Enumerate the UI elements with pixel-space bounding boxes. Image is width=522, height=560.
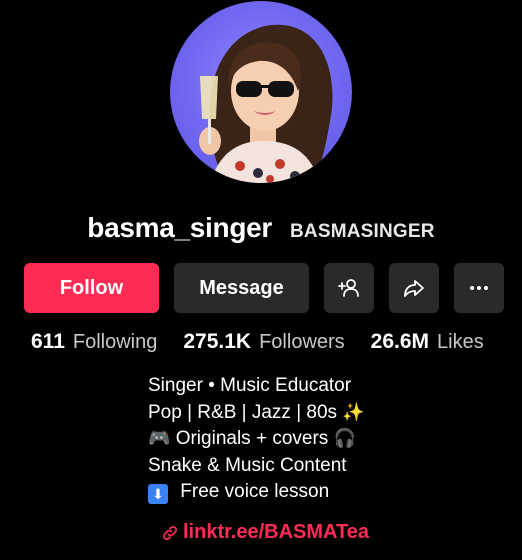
add-friend-button[interactable] [324,263,374,313]
sparkles-icon: ✨ [342,401,365,423]
more-icon [470,286,488,290]
profile-stats: 611 Following 275.1K Followers 26.6M Lik… [31,330,484,354]
following-count: 611 [31,330,65,353]
game-controller-icon: 🎮 [148,428,171,449]
name-row: basma_singer BASMASINGER [0,212,522,244]
bio-line-5: ⬇ Free voice lesson [148,479,365,506]
headphones-icon: 🎧 [333,428,356,449]
follow-button[interactable]: Follow [24,263,159,313]
likes-count: 26.6M [370,330,430,353]
followers-count: 275.1K [183,330,252,353]
bio-line-4: Snake & Music Content [148,454,347,476]
link-icon [163,525,177,540]
add-user-icon [338,279,359,297]
message-button[interactable]: Message [174,263,309,313]
more-button[interactable] [454,263,504,313]
username: basma_singer [87,212,272,243]
share-button[interactable] [389,263,439,313]
stat-likes: 26.6M Likes [371,330,484,354]
down-arrow-icon: ⬇ [148,484,168,504]
bio-line-2: Pop | R&B | Jazz | 80s ✨ [148,400,365,427]
bio-line-3: 🎮 Originals + covers 🎧 [148,426,365,453]
likes-label: Likes [437,331,484,353]
profile-link-text[interactable]: linktr.ee/BASMATea [183,521,369,544]
profile-avatar[interactable] [170,1,352,183]
following-label: Following [72,331,158,353]
profile-bio: Singer • Music Educator Pop | R&B | Jazz… [148,373,365,506]
bio-line-3-text: Originals + covers [175,428,329,449]
stat-following[interactable]: 611 Following [31,330,157,354]
bio-line-1: Singer • Music Educator [148,375,352,396]
avatar-illustration [199,24,333,183]
profile-link[interactable]: linktr.ee/BASMATea [161,521,369,544]
bio-line-2-text: Pop | R&B | Jazz | 80s [148,401,338,423]
stat-followers[interactable]: 275.1K Followers [183,330,344,354]
nickname: BASMASINGER [290,221,435,242]
followers-label: Followers [259,331,345,353]
share-icon [404,280,424,297]
bio-line-5-text: Free voice lesson [180,481,330,502]
